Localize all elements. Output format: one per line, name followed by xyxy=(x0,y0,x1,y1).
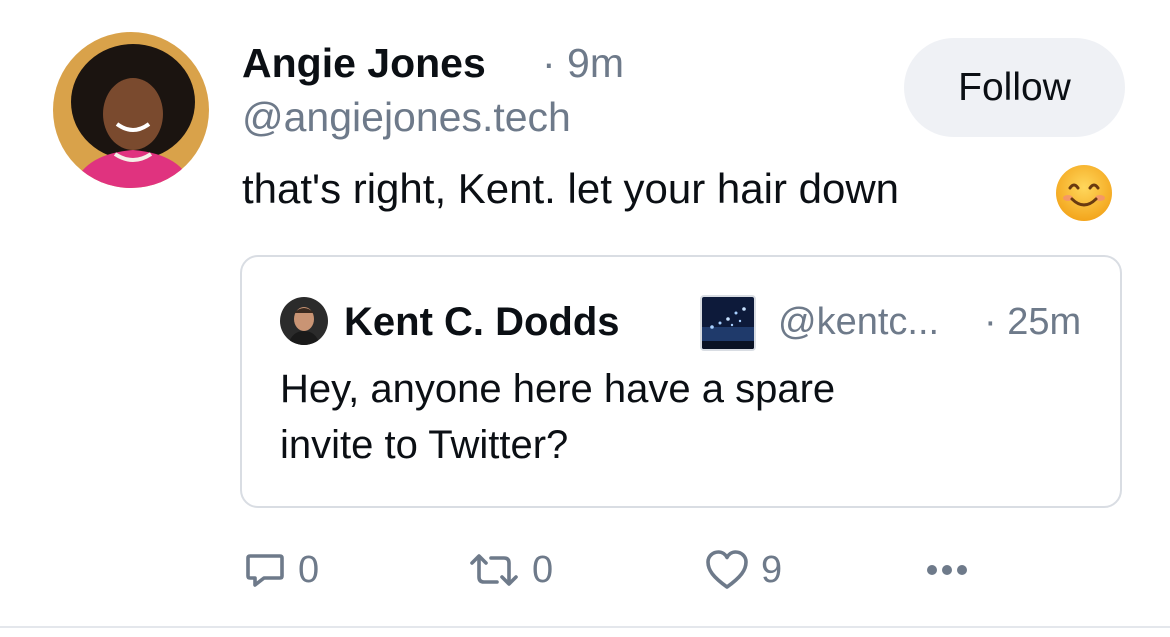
more-options-button[interactable] xyxy=(922,544,972,596)
author-name[interactable]: Angie Jones xyxy=(242,38,486,88)
post-timestamp: · 9m xyxy=(542,40,624,86)
reply-button[interactable]: 0 xyxy=(242,544,319,596)
quoted-author-name[interactable]: Kent C. Dodds xyxy=(344,297,620,347)
repost-count: 0 xyxy=(532,549,554,591)
quoted-post[interactable]: Kent C. Dodds @kentc... · 25m Hey, anyon… xyxy=(240,255,1122,508)
post-text: that's right, Kent. let your hair down xyxy=(242,165,900,212)
starry-sky-badge-icon xyxy=(700,295,756,351)
smiling-face-emoji-icon xyxy=(1054,163,1114,223)
reply-icon xyxy=(246,554,284,587)
like-count: 9 xyxy=(761,549,783,591)
reply-count: 0 xyxy=(298,549,320,591)
kent-avatar-icon xyxy=(280,297,328,345)
quoted-author-avatar[interactable] xyxy=(280,297,328,345)
repost-button[interactable]: 0 xyxy=(466,544,553,596)
quoted-post-text: Hey, anyone here have a spare invite to … xyxy=(280,367,836,467)
follow-button[interactable]: Follow xyxy=(904,38,1125,137)
quoted-post-timestamp: · 25m xyxy=(984,301,1082,343)
post-divider xyxy=(0,626,1170,628)
post: Angie Jones · 9m @angiejones.tech Follow… xyxy=(0,0,1170,626)
like-button[interactable]: 9 xyxy=(703,544,782,596)
quoted-author-handle[interactable]: @kentc... xyxy=(778,297,939,347)
more-icon xyxy=(927,565,967,575)
author-avatar[interactable] xyxy=(53,32,209,188)
author-handle[interactable]: @angiejones.tech xyxy=(242,92,571,142)
repost-icon xyxy=(470,554,518,586)
angie-avatar-icon xyxy=(53,32,209,188)
heart-icon xyxy=(706,550,748,589)
